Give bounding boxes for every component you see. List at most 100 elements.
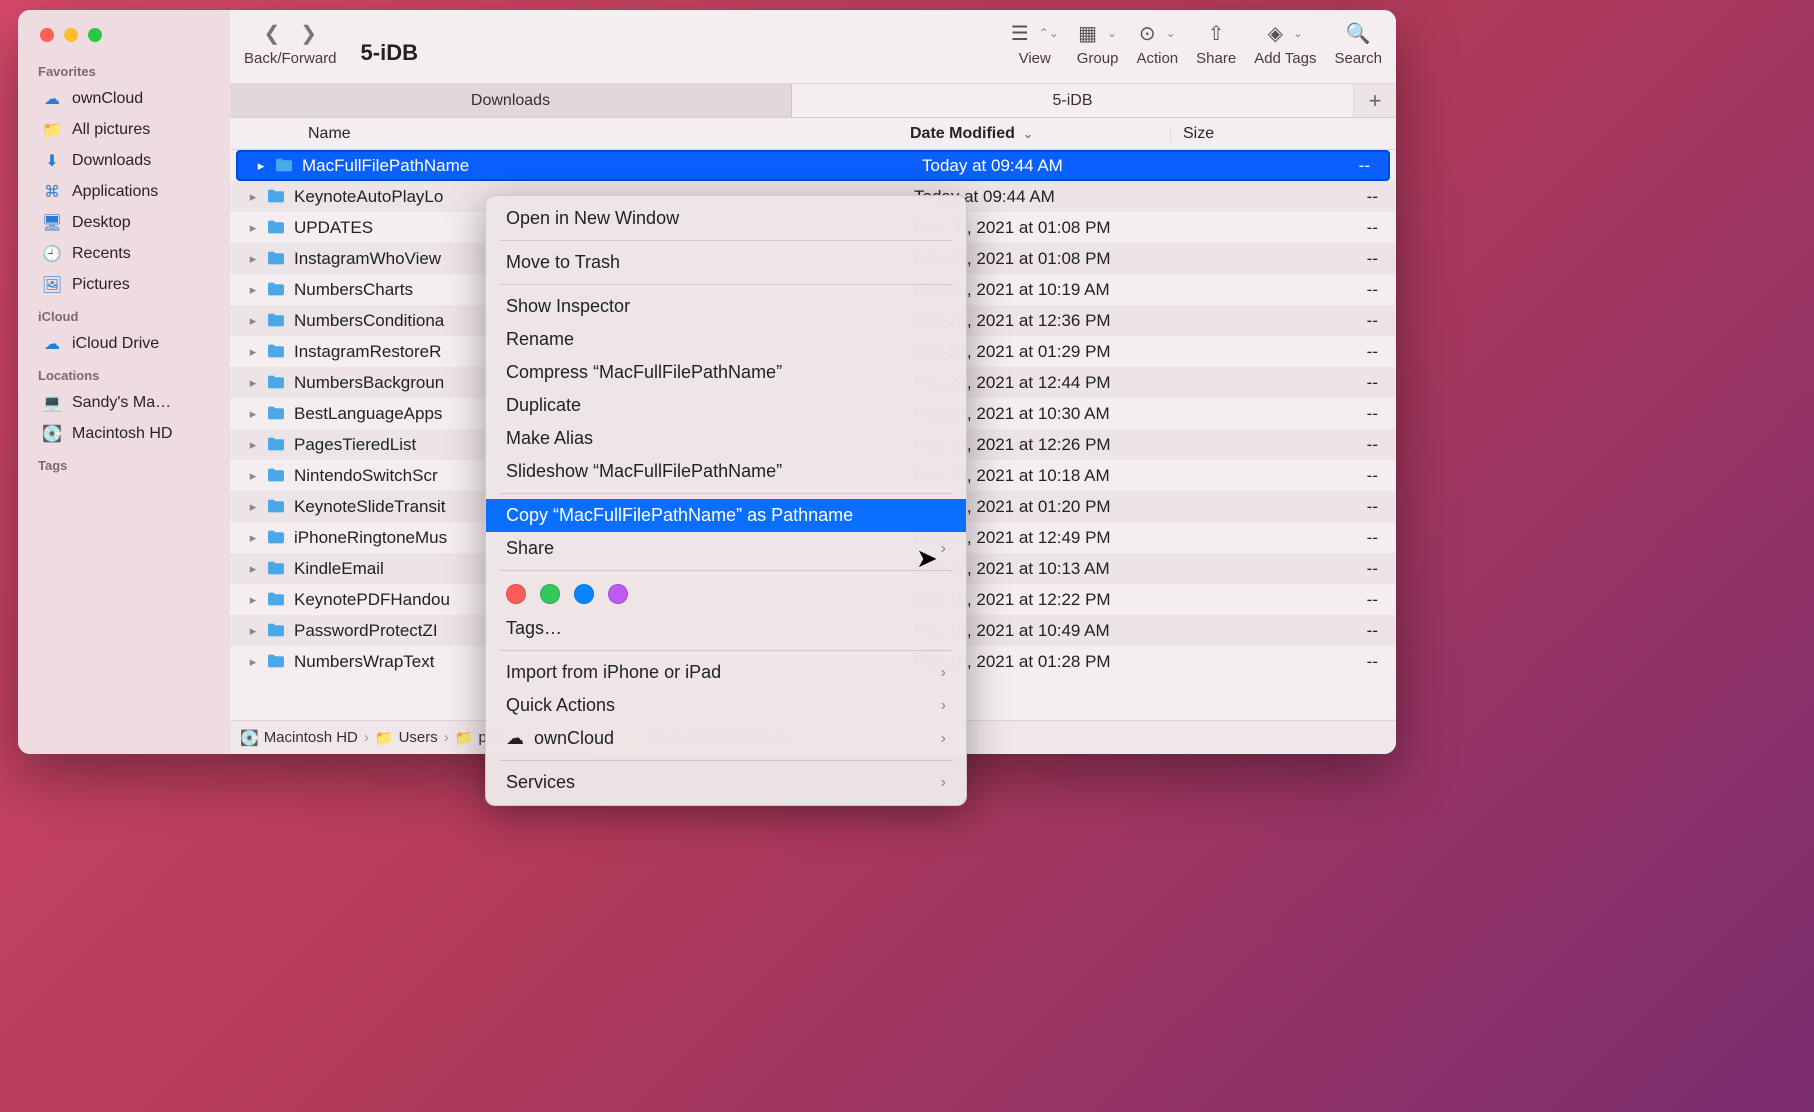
context-menu-item[interactable]: Copy “MacFullFilePathName” as Pathname: [486, 499, 966, 532]
path-separator-icon: ›: [444, 729, 449, 746]
sidebar: Favorites☁︎ownCloud📁All pictures⬇︎Downlo…: [18, 10, 230, 754]
context-menu-item[interactable]: Share›: [486, 532, 966, 565]
disclosure-triangle-icon[interactable]: ▸: [242, 344, 264, 360]
context-menu-item[interactable]: Make Alias: [486, 422, 966, 455]
folder-icon: 📁: [375, 729, 394, 747]
sidebar-item-label: Desktop: [72, 214, 131, 232]
disclosure-triangle-icon[interactable]: ▸: [242, 499, 264, 515]
column-size[interactable]: Size: [1170, 125, 1396, 143]
sidebar-item[interactable]: 🖥Desktop: [24, 208, 224, 238]
tag-color-dot[interactable]: [574, 584, 594, 604]
sidebar-item[interactable]: ⬇︎Downloads: [24, 146, 224, 176]
context-menu-item[interactable]: Duplicate: [486, 389, 966, 422]
disclosure-triangle-icon[interactable]: ▸: [242, 654, 264, 670]
context-menu-item[interactable]: Slideshow “MacFullFilePathName”: [486, 455, 966, 488]
sidebar-item-label: iCloud Drive: [72, 335, 159, 353]
tags-group[interactable]: ◈⌄ Add Tags: [1254, 18, 1316, 67]
sidebar-item[interactable]: 🖼Pictures: [24, 270, 224, 300]
file-size: --: [1214, 311, 1396, 331]
minimize-button[interactable]: [64, 28, 78, 42]
sidebar-item[interactable]: ☁︎iCloud Drive: [24, 329, 224, 359]
context-menu-item[interactable]: Compress “MacFullFilePathName”: [486, 356, 966, 389]
folder-icon: [266, 374, 288, 392]
disclosure-triangle-icon[interactable]: ▸: [242, 189, 264, 205]
back-button[interactable]: ❮: [264, 21, 281, 46]
path-segment[interactable]: 📁Users: [375, 729, 438, 747]
disclosure-triangle-icon[interactable]: ▸: [250, 158, 272, 174]
window-controls: [18, 24, 230, 56]
file-size: --: [1214, 342, 1396, 362]
context-menu-item[interactable]: ☁︎ownCloud›: [486, 722, 966, 755]
forward-button[interactable]: ❯: [300, 21, 317, 46]
path-segment[interactable]: 💽Macintosh HD: [240, 729, 358, 747]
file-size: --: [1214, 652, 1396, 672]
disclosure-triangle-icon[interactable]: ▸: [242, 592, 264, 608]
context-menu-item[interactable]: Open in New Window: [486, 202, 966, 235]
disclosure-triangle-icon[interactable]: ▸: [242, 220, 264, 236]
tab-bar: Downloads5-iDB +: [230, 84, 1396, 118]
folder-icon: [266, 467, 288, 485]
tab[interactable]: 5-iDB: [792, 84, 1354, 117]
file-date: Today at 09:44 AM: [922, 156, 1222, 176]
disclosure-triangle-icon[interactable]: ▸: [242, 313, 264, 329]
file-name: MacFullFilePathName: [302, 156, 922, 176]
column-name[interactable]: Name: [230, 125, 910, 143]
zoom-button[interactable]: [88, 28, 102, 42]
group-group[interactable]: ▦⌄ Group: [1077, 18, 1119, 67]
disclosure-triangle-icon[interactable]: ▸: [242, 375, 264, 391]
action-group[interactable]: ⊙⌄ Action: [1136, 18, 1178, 67]
sidebar-item[interactable]: 💽Macintosh HD: [24, 419, 224, 449]
action-label: Action: [1136, 50, 1178, 67]
folder-icon: [266, 219, 288, 237]
sidebar-item[interactable]: 📁All pictures: [24, 115, 224, 145]
close-button[interactable]: [40, 28, 54, 42]
disclosure-triangle-icon[interactable]: ▸: [242, 251, 264, 267]
disclosure-triangle-icon[interactable]: ▸: [242, 282, 264, 298]
sidebar-section-label: Favorites: [18, 56, 230, 83]
disclosure-triangle-icon[interactable]: ▸: [242, 623, 264, 639]
sidebar-item[interactable]: ⌘Applications: [24, 177, 224, 207]
search-group[interactable]: 🔍 Search: [1334, 18, 1382, 67]
tag-color-dot[interactable]: [540, 584, 560, 604]
context-menu-item[interactable]: Tags…: [486, 612, 966, 645]
sidebar-item[interactable]: 🕘Recents: [24, 239, 224, 269]
chevron-down-icon: ⌄: [1293, 26, 1303, 40]
new-tab-button[interactable]: +: [1354, 84, 1396, 117]
disclosure-triangle-icon[interactable]: ▸: [242, 468, 264, 484]
disclosure-triangle-icon[interactable]: ▸: [242, 437, 264, 453]
context-menu-item[interactable]: Show Inspector: [486, 290, 966, 323]
file-size: --: [1214, 621, 1396, 641]
window-title: 5-iDB: [361, 36, 418, 66]
share-label: Share: [1196, 50, 1236, 67]
sidebar-item[interactable]: 💻Sandy's Ma…: [24, 388, 224, 418]
folder-icon: [274, 157, 296, 175]
column-date[interactable]: Date Modified⌄: [910, 125, 1170, 143]
context-menu-item[interactable]: Services›: [486, 766, 966, 799]
file-size: --: [1214, 404, 1396, 424]
back-forward-group: ❮ ❯ Back/Forward: [244, 18, 337, 67]
context-menu-item[interactable]: Move to Trash: [486, 246, 966, 279]
share-group[interactable]: ⇧ Share: [1196, 18, 1236, 67]
menu-item-label: Slideshow “MacFullFilePathName”: [506, 461, 782, 482]
sidebar-item-label: Downloads: [72, 152, 151, 170]
folder-icon: 📁: [455, 729, 474, 747]
file-row[interactable]: ▸ MacFullFilePathName Today at 09:44 AM …: [236, 150, 1390, 181]
tag-color-dot[interactable]: [608, 584, 628, 604]
menu-item-label: Rename: [506, 329, 574, 350]
context-menu-item[interactable]: Import from iPhone or iPad›: [486, 656, 966, 689]
file-size: --: [1214, 497, 1396, 517]
context-menu-item[interactable]: Quick Actions›: [486, 689, 966, 722]
view-group[interactable]: ☰⌃⌄ View: [1011, 18, 1059, 67]
column-headers: Name Date Modified⌄ Size: [230, 118, 1396, 150]
tag-color-dot[interactable]: [506, 584, 526, 604]
context-menu-item[interactable]: Rename: [486, 323, 966, 356]
disclosure-triangle-icon[interactable]: ▸: [242, 406, 264, 422]
disclosure-triangle-icon[interactable]: ▸: [242, 530, 264, 546]
disk-icon: 💽: [240, 729, 259, 747]
disclosure-triangle-icon[interactable]: ▸: [242, 561, 264, 577]
menu-item-label: ownCloud: [534, 728, 614, 749]
sidebar-item[interactable]: ☁︎ownCloud: [24, 84, 224, 114]
tab[interactable]: Downloads: [230, 84, 792, 117]
chevron-right-icon: ›: [941, 697, 946, 715]
folder-icon: [266, 653, 288, 671]
